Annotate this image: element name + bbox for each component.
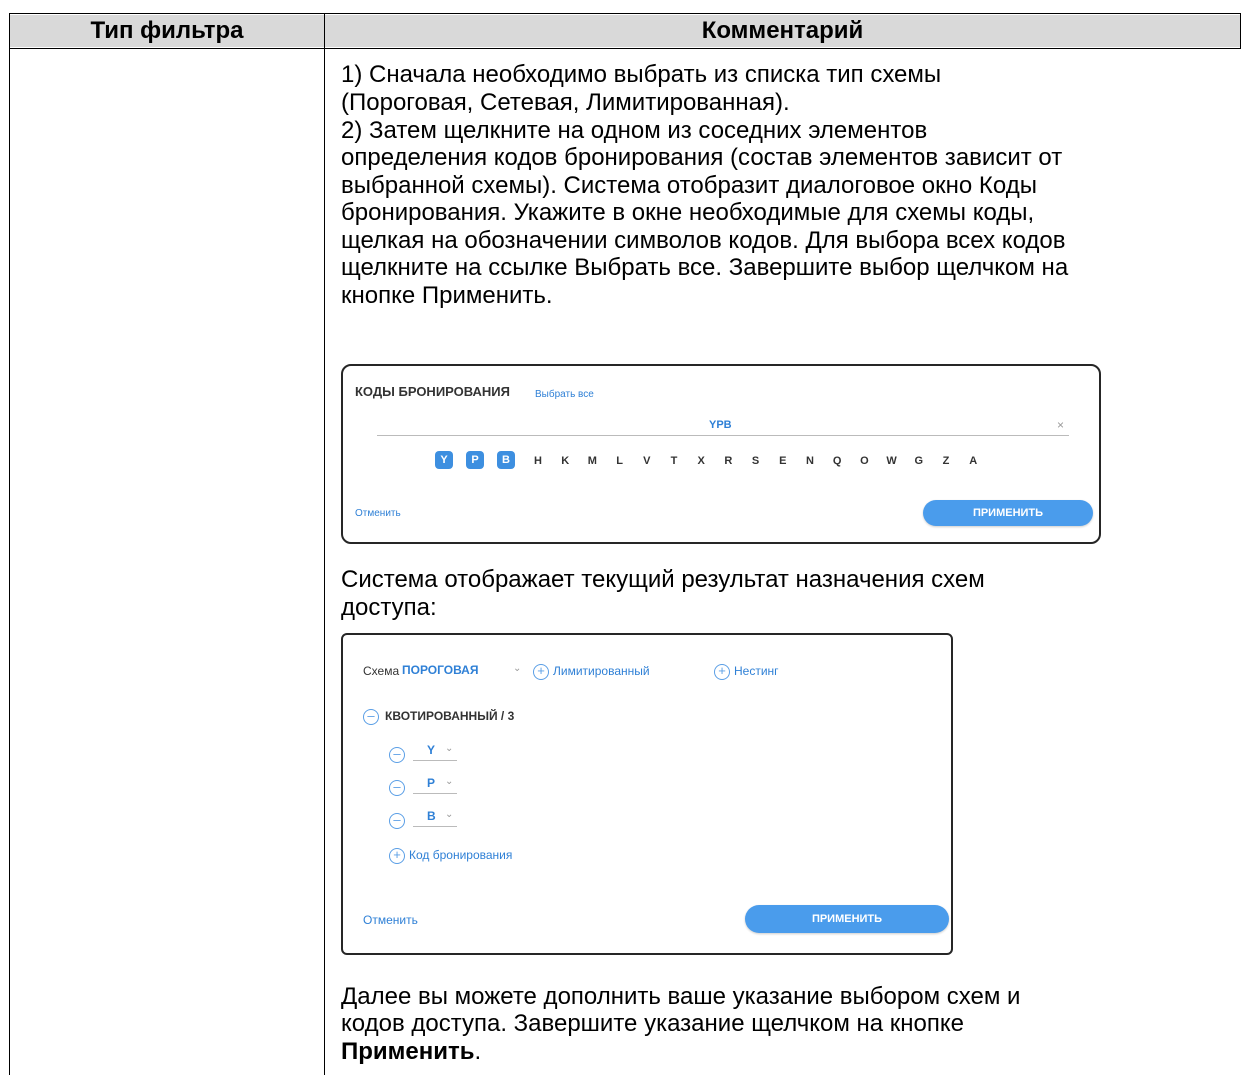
code-letter[interactable]: M [585, 455, 599, 467]
clear-icon[interactable]: × [1057, 418, 1064, 432]
code-underline [413, 826, 457, 827]
chevron-down-icon[interactable]: ⌄ [445, 809, 453, 820]
header-filter-type: Тип фильтра [10, 15, 324, 47]
code-letter[interactable]: W [885, 455, 899, 467]
result-line: доступа: [341, 594, 437, 621]
apply-button[interactable]: ПРИМЕНИТЬ [923, 500, 1093, 526]
code-letter[interactable]: G [912, 455, 926, 467]
apply-bold-text: Применить [341, 1038, 475, 1065]
cancel-link[interactable]: Отменить [363, 913, 418, 927]
code-letter[interactable]: S [749, 455, 763, 467]
instruction-line: щелкните на ссылке Выбрать все. Завершит… [341, 254, 1069, 281]
chevron-down-icon[interactable]: ⌄ [513, 663, 521, 674]
next-step-line: кодов доступа. Завершите указание щелчко… [341, 1010, 964, 1037]
period-text: . [474, 1038, 482, 1065]
plus-circle-icon[interactable]: + [714, 664, 730, 680]
add-nesting-link[interactable]: Нестинг [734, 664, 779, 678]
code-letter[interactable]: E [776, 455, 790, 467]
instruction-line: бронирования. Укажите в окне необходимые… [341, 199, 1035, 226]
code-chip-selected[interactable]: B [497, 451, 515, 469]
code-letter[interactable]: L [613, 455, 627, 467]
select-all-link[interactable]: Выбрать все [535, 389, 594, 400]
minus-circle-icon[interactable]: – [389, 813, 405, 829]
scheme-result-panel: Схема ПОРОГОВАЯ ⌄ + Лимитированный + Нес… [341, 633, 953, 955]
result-line: Система отображает текущий результат наз… [341, 566, 985, 593]
dialog-title: КОДЫ БРОНИРОВАНИЯ [355, 384, 510, 399]
code-chip-selected[interactable]: P [466, 451, 484, 469]
add-limited-link[interactable]: Лимитированный [553, 664, 650, 678]
code-dropdown[interactable]: P [427, 776, 435, 790]
code-underline [413, 760, 457, 761]
instruction-line: 1) Сначала необходимо выбрать из списка … [341, 61, 942, 88]
code-underline [413, 793, 457, 794]
next-step-line: Далее вы можете дополнить ваше указание … [341, 983, 1021, 1010]
code-chip-selected[interactable]: Y [435, 451, 453, 469]
scheme-label: Схема [363, 664, 400, 678]
instruction-line: 2) Затем щелкните на одном из соседних э… [341, 117, 928, 144]
instruction-line: выбранной схемы). Система отобразит диал… [341, 172, 1037, 199]
code-letter[interactable]: A [966, 455, 980, 467]
chevron-down-icon[interactable]: ⌄ [445, 776, 453, 787]
code-dropdown[interactable]: B [427, 809, 436, 823]
codes-field-underline [377, 435, 1069, 436]
minus-circle-icon[interactable]: – [363, 709, 379, 725]
code-letter[interactable]: O [857, 455, 871, 467]
quota-label: КВОТИРОВАННЫЙ / 3 [385, 709, 515, 723]
code-letter[interactable]: Z [939, 455, 953, 467]
next-step-line: Применить. [341, 1038, 481, 1066]
document-table: Тип фильтра Комментарий 1) Сначала необх… [9, 13, 1241, 1075]
scheme-dropdown[interactable]: ПОРОГОВАЯ [402, 663, 478, 677]
instruction-line: щелкая на обозначении символов кодов. Дл… [341, 227, 1066, 254]
codes-field-value[interactable]: YPB [709, 419, 732, 431]
cancel-link[interactable]: Отменить [355, 508, 401, 519]
plus-circle-icon[interactable]: + [533, 664, 549, 680]
plus-circle-icon[interactable]: + [389, 848, 405, 864]
header-comment: Комментарий [325, 15, 1240, 47]
code-dropdown[interactable]: Y [427, 743, 435, 757]
code-letter[interactable]: H [531, 455, 545, 467]
add-booking-code-link[interactable]: Код бронирования [409, 848, 512, 862]
code-letter[interactable]: N [803, 455, 817, 467]
instruction-line: кнопке Применить. [341, 282, 553, 309]
code-letter[interactable]: X [694, 455, 708, 467]
booking-codes-dialog: КОДЫ БРОНИРОВАНИЯ Выбрать все YPB × Y P … [341, 364, 1101, 544]
minus-circle-icon[interactable]: – [389, 780, 405, 796]
instruction-line: (Пороговая, Сетевая, Лимитированная). [341, 89, 790, 116]
apply-button[interactable]: ПРИМЕНИТЬ [745, 905, 949, 933]
code-letter[interactable]: R [721, 455, 735, 467]
code-letter[interactable]: V [640, 455, 654, 467]
code-letter[interactable]: T [667, 455, 681, 467]
chevron-down-icon[interactable]: ⌄ [445, 743, 453, 754]
code-letter[interactable]: Q [830, 455, 844, 467]
minus-circle-icon[interactable]: – [389, 747, 405, 763]
code-letter[interactable]: K [558, 455, 572, 467]
instruction-line: определения кодов бронирования (состав э… [341, 144, 1063, 171]
